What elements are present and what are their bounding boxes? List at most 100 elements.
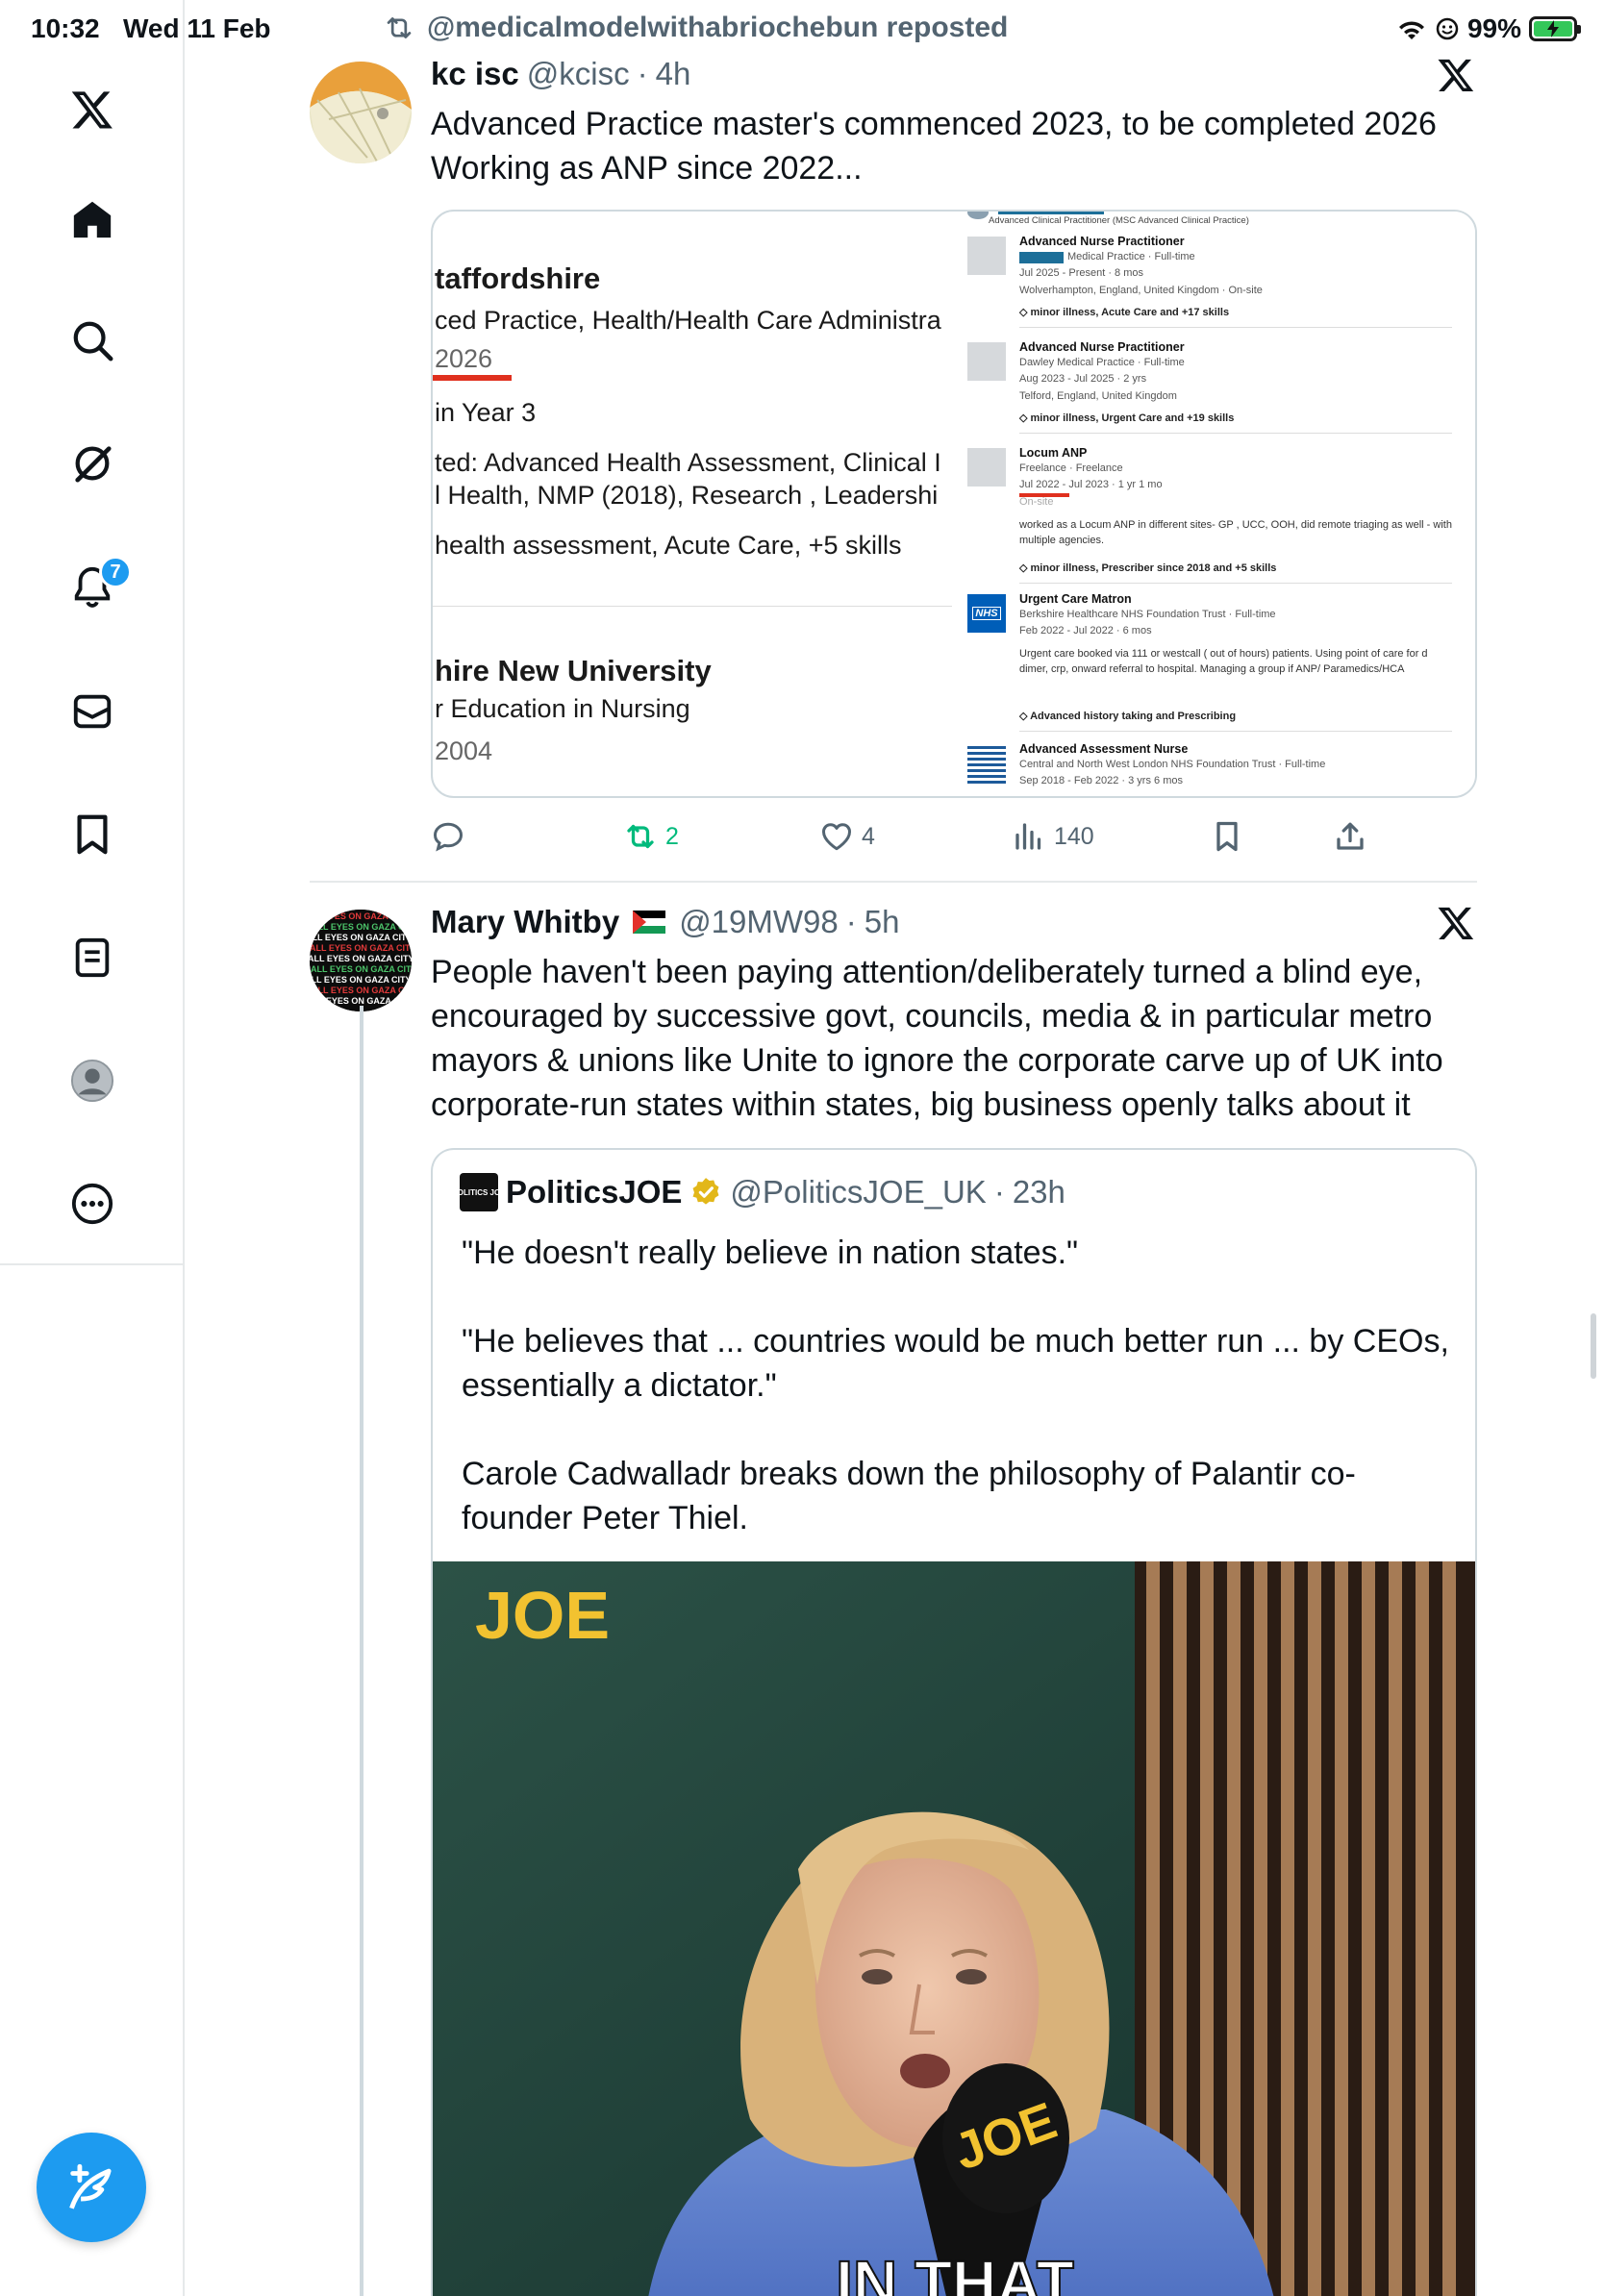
reply-button[interactable] xyxy=(431,819,465,854)
quote-author-handle[interactable]: @PoliticsJOE_UK xyxy=(730,1174,986,1210)
exp-dates: Jul 2025 - Present · 8 mos xyxy=(1019,267,1144,279)
dot-separator: · xyxy=(845,904,857,939)
tweet1-author-name[interactable]: kc isc xyxy=(431,56,519,92)
quote-text-line: Carole Cadwalladr breaks down the philos… xyxy=(462,1456,1356,1492)
profile-avatar-icon[interactable] xyxy=(58,1046,127,1115)
company-logo xyxy=(967,746,1006,785)
search-icon[interactable] xyxy=(58,306,127,375)
grok-x-icon[interactable] xyxy=(1437,56,1479,98)
exp-dates: Sep 2018 - Feb 2022 · 3 yrs 6 mos xyxy=(1019,775,1183,786)
video-frame: JOE JOE IN THAT xyxy=(433,1561,1475,2296)
avatar-text-row: ALL EYES ON GAZA CITY xyxy=(310,996,412,1006)
views-button[interactable]: 140 xyxy=(1012,819,1094,854)
exp-divider xyxy=(1019,327,1452,328)
lists-icon[interactable] xyxy=(58,923,127,992)
quoted-tweet[interactable]: POLITICS JOE PoliticsJOE @PoliticsJOE_UK… xyxy=(431,1148,1477,2296)
quote-text: "He doesn't really believe in nation sta… xyxy=(462,1231,1462,1540)
tweet2-author-name[interactable]: Mary Whitby xyxy=(431,904,619,940)
exp-title: Urgent Care Matron xyxy=(1019,592,1132,606)
tweet2-text-line: People haven't been paying attention/del… xyxy=(431,954,1423,990)
edu-year2: 2004 xyxy=(435,736,493,765)
exp-skills: ◇ minor illness, Urgent Care and +19 ski… xyxy=(1019,412,1235,424)
avatar-text-row: ALL EYES ON GAZA CITY xyxy=(310,943,412,953)
grok-icon[interactable] xyxy=(58,429,127,498)
wifi-icon xyxy=(1398,21,1424,39)
tweet1-image[interactable]: taffordshire ced Practice, Health/Health… xyxy=(431,210,1477,798)
quote-text-line: founder Peter Thiel. xyxy=(462,1500,748,1536)
edu-school1: taffordshire xyxy=(435,262,601,295)
avatar-text-row: ALL EYES ON GAZA CITY xyxy=(311,964,412,974)
edu-degree1: ced Practice, Health/Health Care Adminis… xyxy=(435,306,941,335)
more-icon[interactable] xyxy=(58,1169,127,1238)
repost-banner[interactable]: @medicalmodelwithabriochebun reposted xyxy=(383,12,1008,44)
compose-button[interactable] xyxy=(37,2133,146,2242)
palestine-flag-icon xyxy=(633,911,666,934)
linkedin-experience-panel: Advanced Clinical Practitioner (MSC Adva… xyxy=(960,212,1475,792)
exp-divider xyxy=(1019,433,1452,434)
avatar-text-row: ALL EYES ON GAZA CITY xyxy=(310,975,412,985)
exp-company: Freelance · Freelance xyxy=(1019,462,1123,474)
home-icon[interactable] xyxy=(58,185,127,254)
bookmark-button[interactable] xyxy=(1210,819,1244,854)
nhs-logo: NHS xyxy=(967,594,1006,633)
exp-location: Telford, England, United Kingdom xyxy=(1019,390,1177,402)
tweet1-text: Advanced Practice master's commenced 202… xyxy=(431,102,1489,190)
dot-separator: · xyxy=(993,1174,1005,1210)
quote-timestamp[interactable]: 23h xyxy=(1013,1174,1065,1210)
grok-x-icon[interactable] xyxy=(1437,904,1479,946)
scrollbar-thumb[interactable] xyxy=(1591,1313,1596,1379)
exp-divider xyxy=(1019,583,1452,584)
messages-icon[interactable] xyxy=(58,677,127,746)
exp-title: Locum ANP xyxy=(1019,446,1088,460)
avatar-text-row: ALL EYES ON GAZA CITY xyxy=(310,933,412,942)
dot-separator: · xyxy=(637,56,648,91)
edu-degree2: r Education in Nursing xyxy=(435,694,690,723)
exp-dates: Jul 2022 - Jul 2023 · 1 yr 1 mo xyxy=(1019,479,1163,490)
exp-skills-text: minor illness, Urgent Care and +19 skill… xyxy=(1030,412,1235,424)
tweet1-timestamp[interactable]: 4h xyxy=(656,56,691,92)
repost-banner-text: @medicalmodelwithabriochebun reposted xyxy=(427,12,1009,43)
exp-title: Advanced Nurse Practitioner xyxy=(1019,235,1185,248)
tweet-divider xyxy=(310,881,1477,883)
edu-skills1: health assessment, Acute Care, +5 skills xyxy=(435,531,902,560)
sidebar: 7 xyxy=(0,0,185,1265)
tweet1-author-handle[interactable]: @kcisc xyxy=(527,56,630,92)
header-avatar xyxy=(967,212,989,219)
exp-skills-text: Advanced history taking and Prescribing xyxy=(1030,711,1237,722)
quote-author-name[interactable]: PoliticsJOE xyxy=(506,1174,682,1210)
video-caption: IN THAT xyxy=(836,2248,1074,2296)
tweet2-author-handle[interactable]: @19MW98 xyxy=(679,904,839,940)
tweet2-text-line: mayors & unions like Unite to ignore the… xyxy=(431,1042,1443,1079)
quote-text-gap xyxy=(462,1275,1462,1319)
quote-avatar[interactable]: POLITICS JOE xyxy=(452,1173,506,1211)
share-button[interactable] xyxy=(1333,819,1367,854)
quote-video[interactable]: JOE JOE IN THAT xyxy=(433,1561,1475,2296)
tweet2-avatar[interactable]: ALL EYES ON GAZA CITY ALL EYES ON GAZA C… xyxy=(310,910,412,1011)
company-logo xyxy=(967,448,1006,487)
exp-skills-text: minor illness, Prescriber since 2018 and… xyxy=(1030,562,1277,574)
repost-button[interactable]: 2 xyxy=(623,819,679,854)
tweet2-timestamp[interactable]: 5h xyxy=(865,904,900,940)
heart-icon xyxy=(822,823,851,851)
company-logo xyxy=(967,237,1006,275)
focus-icon xyxy=(1436,17,1459,40)
bookmarks-icon[interactable] xyxy=(58,800,127,869)
compose-icon xyxy=(69,2163,112,2209)
like-button[interactable]: 4 xyxy=(819,819,875,854)
x-logo-icon[interactable] xyxy=(58,75,127,144)
exp-skills-text: minor illness, Acute Care and +17 skills xyxy=(1030,307,1230,318)
views-count: 140 xyxy=(1054,822,1094,850)
avatar-text-row: ALL EYES ON GAZA CITY xyxy=(312,986,412,995)
edu-modules1: ted: Advanced Health Assessment, Clinica… xyxy=(435,448,941,477)
nhs-logo-text: NHS xyxy=(972,607,1001,620)
status-indicators: 99% xyxy=(1396,13,1581,44)
company-logo xyxy=(967,342,1006,381)
joe-logo: JOE xyxy=(475,1578,610,1653)
exp-skills: ◇ minor illness, Acute Care and +17 skil… xyxy=(1019,307,1230,318)
tweet1-avatar[interactable] xyxy=(310,62,412,163)
edu-divider xyxy=(433,606,952,607)
exp-description: worked as a Locum ANP in different sites… xyxy=(1019,519,1452,546)
avatar-text-row: ALL EYES ON GAZA CITY xyxy=(312,922,412,932)
tweet1-text-line1: Advanced Practice master's commenced 202… xyxy=(431,106,1437,142)
exp-divider xyxy=(1019,731,1452,732)
